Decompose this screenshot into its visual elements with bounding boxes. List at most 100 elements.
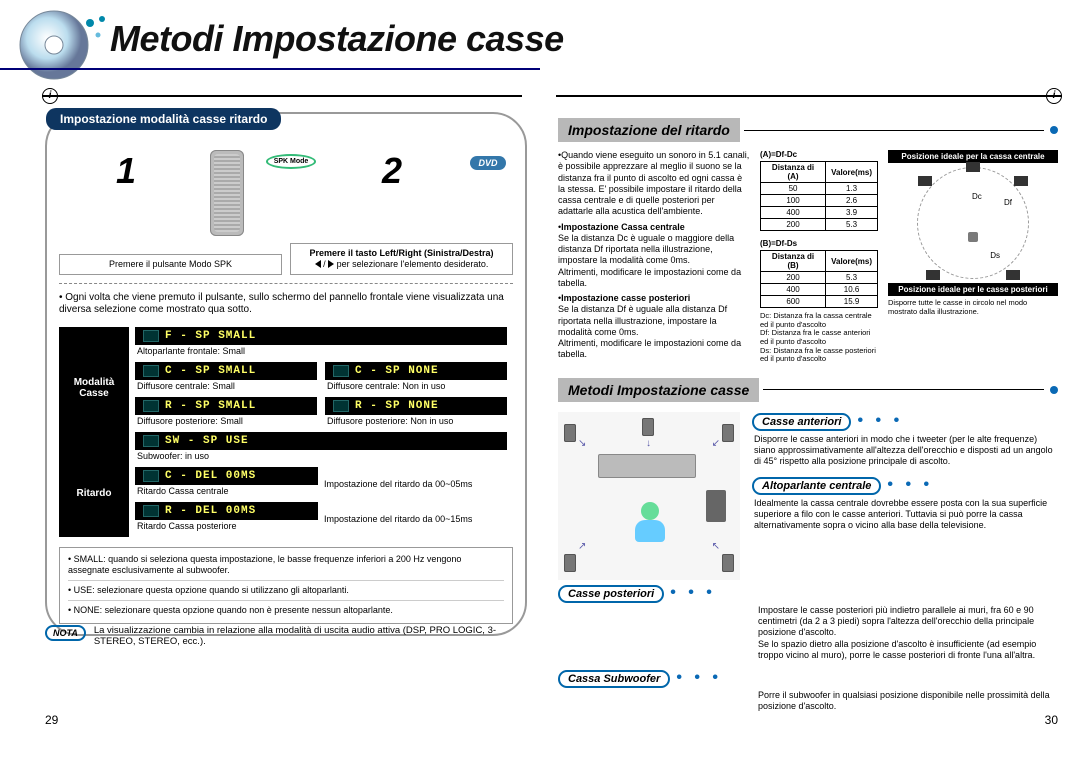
note-item: • NONE: selezionare questa opzione quand… xyxy=(68,605,504,616)
note-item: • SMALL: quando si seleziona questa impo… xyxy=(68,554,504,577)
display-caption: Altoparlante frontale: Small xyxy=(135,345,507,362)
display-code: C - SP NONE xyxy=(355,365,439,377)
display-code: R - SP SMALL xyxy=(165,400,256,412)
display-icon xyxy=(143,400,159,412)
note-item: • USE: selezionare questa opzione quando… xyxy=(68,585,504,596)
display-icon xyxy=(143,435,159,447)
display-caption: Ritardo Cassa centrale xyxy=(135,485,318,502)
listener-icon xyxy=(968,232,978,242)
section-dot-icon-2 xyxy=(1050,386,1058,394)
table-header: Distanza di (A) xyxy=(761,162,826,183)
section-dot-icon xyxy=(1050,126,1058,134)
rear-speakers-pill: Casse posteriori xyxy=(558,585,664,603)
illus-rear-right-speaker xyxy=(722,554,734,572)
s1-center-body: Se la distanza Dc è uguale o maggiore de… xyxy=(558,233,750,289)
dots-icon: • • • xyxy=(676,669,722,686)
illus-dvd-unit xyxy=(598,454,696,478)
front-right-speaker-icon xyxy=(1014,176,1028,186)
display-block: C - DEL 00MS Ritardo Cassa centrale xyxy=(135,467,318,502)
speaker-circle: Dc Df Ds xyxy=(917,167,1029,279)
vfd-display: SW - SP USE xyxy=(135,432,507,450)
nota-pill: NOTA xyxy=(45,625,86,641)
delay-table-b: (B)=Df-DsDistanza di (B)Valore(ms)2005.3… xyxy=(760,239,878,308)
table-header: Distanza di (B) xyxy=(761,251,826,272)
display-icon xyxy=(143,470,159,482)
left-arrow-icon xyxy=(315,260,321,268)
subwoofer-pill: Cassa Subwoofer xyxy=(558,670,670,688)
table-cell: 5.3 xyxy=(826,219,878,231)
display-code: R - SP NONE xyxy=(355,400,439,412)
s1-rear-body: Se la distanza Df è uguale alla distanza… xyxy=(558,304,750,360)
right-arrow-icon xyxy=(328,260,334,268)
diagram-caption: Disporre tutte le casse in circolo nel m… xyxy=(888,299,1058,316)
subwoofer-text: Porre il subwoofer in qualsiasi posizion… xyxy=(758,690,1058,713)
delay-row: R - DEL 00MS Ritardo Cassa posteriore Im… xyxy=(135,502,507,537)
display-caption: Diffusore posteriore: Non in uso xyxy=(325,415,507,432)
rear-right-speaker-icon xyxy=(1006,270,1020,280)
diagram-label-bottom: Posizione ideale per le casse posteriori xyxy=(888,283,1058,296)
table-cell: 5.3 xyxy=(826,272,878,284)
vfd-display: R - SP NONE xyxy=(325,397,507,415)
label-df: Df xyxy=(1004,198,1012,207)
s1-rear-head: Impostazione casse posteriori xyxy=(561,293,690,303)
display-icon xyxy=(333,365,349,377)
diagram-sidebar: Modalità Casse Ritardo xyxy=(59,327,129,537)
rear-speakers-text: Impostare le casse posteriori più indiet… xyxy=(758,605,1058,661)
front-left-speaker-icon xyxy=(918,176,932,186)
vfd-display: C - DEL 00MS xyxy=(135,467,318,485)
display-caption: Diffusore centrale: Small xyxy=(135,380,317,397)
illus-center-speaker xyxy=(642,418,654,436)
delay-range-text: Impostazione del ritardo da 00~05ms xyxy=(324,479,507,489)
display-code: C - DEL 00MS xyxy=(165,470,256,482)
front-speakers-text: Disporre le casse anteriori in modo che … xyxy=(754,434,1058,468)
display-block: R - SP NONE Diffusore posteriore: Non in… xyxy=(325,397,507,432)
step-2-line2-text: per selezionare l'elemento desiderato. xyxy=(337,259,489,269)
display-block: R - DEL 00MS Ritardo Cassa posteriore xyxy=(135,502,318,537)
s1-intro: Quando viene eseguito un sonoro in 5.1 c… xyxy=(558,150,749,216)
center-speaker-icon xyxy=(966,162,980,172)
delay-range-text: Impostazione del ritardo da 00~15ms xyxy=(324,514,507,524)
display-icon xyxy=(333,400,349,412)
display-code: F - SP SMALL xyxy=(165,330,256,342)
label-ds: Ds xyxy=(990,251,1000,260)
display-code: C - SP SMALL xyxy=(165,365,256,377)
table-cell: 15.9 xyxy=(826,296,878,308)
display-block: C - SP SMALL Diffusore centrale: Small xyxy=(135,362,317,397)
illus-front-left-speaker xyxy=(564,424,576,442)
table-cell: 600 xyxy=(761,296,826,308)
illus-subwoofer xyxy=(706,490,726,522)
title-underline xyxy=(0,68,540,70)
illus-listener xyxy=(632,502,668,542)
illus-front-right-speaker xyxy=(722,424,734,442)
illus-rear-left-speaker xyxy=(564,554,576,572)
table-cell: 200 xyxy=(761,272,826,284)
center-speaker-text: Idealmente la cassa centrale dovrebbe es… xyxy=(754,498,1058,532)
table-caption: (B)=Df-Ds xyxy=(760,239,878,250)
display-caption: Ritardo Cassa posteriore xyxy=(135,520,318,537)
page-title: Metodi Impostazione casse xyxy=(110,18,564,60)
nota-text: La visualizzazione cambia in relazione a… xyxy=(94,625,525,647)
nota-row: NOTA La visualizzazione cambia in relazi… xyxy=(45,625,525,647)
table-cell: 400 xyxy=(761,284,826,296)
step-2-number: 2 xyxy=(325,150,459,192)
rule-right xyxy=(556,95,1062,97)
display-icon xyxy=(143,365,159,377)
rear-left-speaker-icon xyxy=(926,270,940,280)
section-delay-setting-title: Impostazione del ritardo xyxy=(558,118,740,142)
table-cell: 2.6 xyxy=(826,195,878,207)
module-speaker-delay: Impostazione modalità casse ritardo 1 SP… xyxy=(45,112,527,636)
manual-spread: Metodi Impostazione casse i i Impostazio… xyxy=(0,0,1080,763)
step-2-caption: Premere il tasto Left/Right (Sinistra/De… xyxy=(290,243,513,275)
distance-legend: Dc: Distanza fra la cassa centrale ed il… xyxy=(760,312,878,364)
step-2-line1: Premere il tasto Left/Right (Sinistra/De… xyxy=(309,248,493,258)
vfd-display: F - SP SMALL xyxy=(135,327,507,345)
center-speaker-pill: Altoparlante centrale xyxy=(752,477,881,495)
table-cell: 400 xyxy=(761,207,826,219)
display-icon xyxy=(143,330,159,342)
display-code: SW - SP USE xyxy=(165,435,249,447)
table-cell: 50 xyxy=(761,183,826,195)
step-1-number: 1 xyxy=(59,150,193,192)
table-header: Valore(ms) xyxy=(826,162,878,183)
front-speakers-pill: Casse anteriori xyxy=(752,413,851,431)
spk-mode-badge: SPK Mode xyxy=(266,154,317,169)
